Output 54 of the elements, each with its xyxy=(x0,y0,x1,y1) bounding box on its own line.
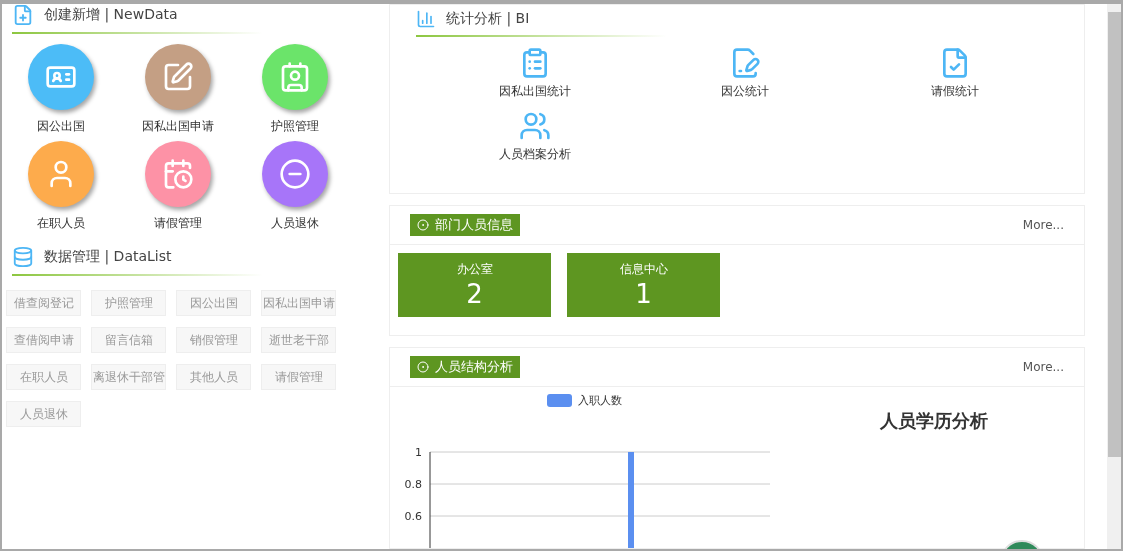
department-tile[interactable]: 办公室 2 xyxy=(398,253,551,317)
data-list-button[interactable]: 查借阅申请 xyxy=(6,327,81,353)
legend-label: 入职人数 xyxy=(578,393,622,408)
shortcut-label: 在职人员 xyxy=(36,215,85,232)
department-count: 1 xyxy=(635,277,652,310)
data-list-button[interactable]: 人员退休 xyxy=(6,401,81,427)
circle-dot-icon xyxy=(417,219,429,231)
report-label[interactable]: 请假统计 xyxy=(931,83,979,100)
shortcut-label: 因公出国 xyxy=(36,118,85,135)
data-list-button[interactable]: 销假管理 xyxy=(176,327,251,353)
section-title: 数据管理 | DataList xyxy=(44,248,172,266)
data-list-button[interactable]: 离退休干部管 xyxy=(91,364,166,390)
y-tick-label: 1 xyxy=(415,446,422,459)
data-list-button[interactable]: 在职人员 xyxy=(6,364,81,390)
chart-icon xyxy=(416,9,436,29)
y-tick-label: 0.6 xyxy=(404,510,422,523)
data-list-button[interactable]: 因公出国 xyxy=(176,290,251,316)
circle-dot-icon xyxy=(417,361,429,373)
shortcut-label: 人员退休 xyxy=(270,215,319,232)
department-tile[interactable]: 信息中心 1 xyxy=(567,253,720,317)
panel-title: 人员结构分析 xyxy=(410,356,520,378)
chart-title: 人员学历分析 xyxy=(880,409,988,433)
scrollbar[interactable] xyxy=(1107,4,1121,549)
id-card-icon[interactable] xyxy=(261,44,328,110)
report-label[interactable]: 因公统计 xyxy=(721,83,769,100)
file-plus-icon xyxy=(12,4,34,26)
user-icon[interactable] xyxy=(27,141,94,207)
department-name: 信息中心 xyxy=(619,260,668,278)
data-list-button[interactable]: 其他人员 xyxy=(176,364,251,390)
y-tick-label: 0.8 xyxy=(404,478,422,491)
id-badge-icon[interactable] xyxy=(27,44,94,110)
data-list-button[interactable]: 留言信箱 xyxy=(91,327,166,353)
department-name: 办公室 xyxy=(456,260,493,278)
data-list-button[interactable]: 逝世老干部 xyxy=(261,327,336,353)
section-title: 创建新增 | NewData xyxy=(44,6,178,24)
more-link[interactable]: More... xyxy=(1022,360,1064,374)
section-title: 统计分析 | BI xyxy=(446,10,530,28)
department-count: 2 xyxy=(466,277,483,310)
panel-title: 部门人员信息 xyxy=(410,214,520,236)
calendar-clock-icon[interactable] xyxy=(144,141,211,207)
shortcut-label: 因私出国申请 xyxy=(141,118,214,135)
pencil-icon[interactable] xyxy=(144,44,211,110)
data-list-button[interactable]: 请假管理 xyxy=(261,364,336,390)
report-label[interactable]: 人员档案分析 xyxy=(499,146,571,163)
users-icon[interactable] xyxy=(519,110,551,142)
data-list-button[interactable]: 借查阅登记 xyxy=(6,290,81,316)
database-icon xyxy=(12,246,34,268)
shortcut-label: 请假管理 xyxy=(153,215,202,232)
minus-circle-icon[interactable] xyxy=(261,141,328,207)
data-list-button[interactable]: 因私出国申请 xyxy=(261,290,336,316)
shortcut-label: 护照管理 xyxy=(270,118,319,135)
more-link[interactable]: More... xyxy=(1022,218,1064,232)
data-list-button[interactable]: 护照管理 xyxy=(91,290,166,316)
report-label[interactable]: 因私出国统计 xyxy=(499,83,571,100)
